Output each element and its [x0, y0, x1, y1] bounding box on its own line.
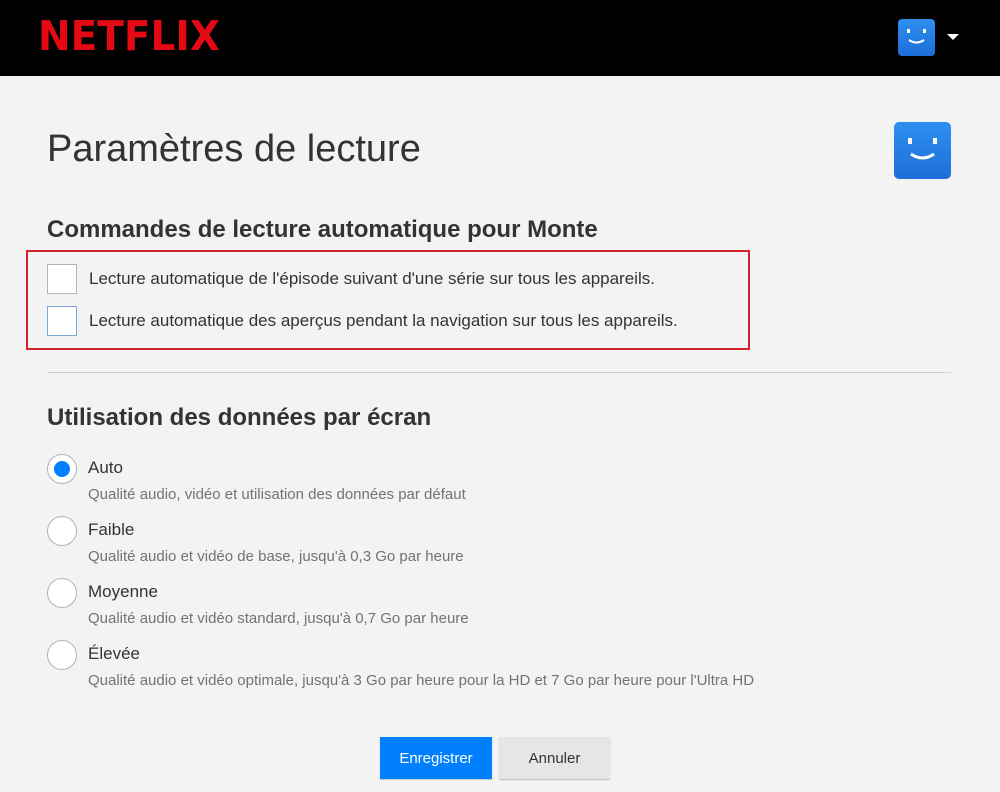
autoplay-next-episode-checkbox[interactable] — [47, 264, 77, 294]
autoplay-previews-option[interactable]: Lecture automatique des aperçus pendant … — [47, 306, 678, 336]
top-nav-bar: NETFLIX — [0, 0, 1000, 76]
data-usage-section-title: Utilisation des données par écran — [47, 404, 432, 431]
radio-description: Qualité audio et vidéo standard, jusqu'à… — [88, 610, 469, 627]
radio-label: Faible — [88, 520, 135, 539]
autoplay-previews-checkbox[interactable] — [47, 306, 77, 336]
radio-button[interactable] — [47, 454, 77, 484]
radio-button[interactable] — [47, 578, 77, 608]
section-divider — [47, 372, 951, 373]
radio-label: Moyenne — [88, 582, 158, 601]
radio-button[interactable] — [47, 516, 77, 546]
checkbox-label: Lecture automatique des aperçus pendant … — [89, 311, 678, 330]
caret-down-icon[interactable] — [947, 34, 959, 40]
radio-description: Qualité audio, vidéo et utilisation des … — [88, 486, 466, 503]
checkbox-label: Lecture automatique de l'épisode suivant… — [89, 269, 655, 288]
save-button[interactable]: Enregistrer — [380, 737, 492, 779]
radio-label: Élevée — [88, 644, 140, 663]
netflix-logo[interactable]: NETFLIX — [38, 13, 220, 60]
radio-button[interactable] — [47, 640, 77, 670]
radio-description: Qualité audio et vidéo de base, jusqu'à … — [88, 548, 464, 565]
profile-smiley-icon — [894, 122, 951, 179]
profile-smiley-icon[interactable] — [898, 19, 935, 56]
page-title: Paramètres de lecture — [47, 128, 421, 170]
cancel-button[interactable]: Annuler — [499, 737, 610, 779]
radio-label: Auto — [88, 458, 123, 477]
autoplay-section-title: Commandes de lecture automatique pour Mo… — [47, 216, 598, 243]
radio-description: Qualité audio et vidéo optimale, jusqu'à… — [88, 672, 755, 689]
autoplay-next-episode-option[interactable]: Lecture automatique de l'épisode suivant… — [47, 264, 655, 294]
